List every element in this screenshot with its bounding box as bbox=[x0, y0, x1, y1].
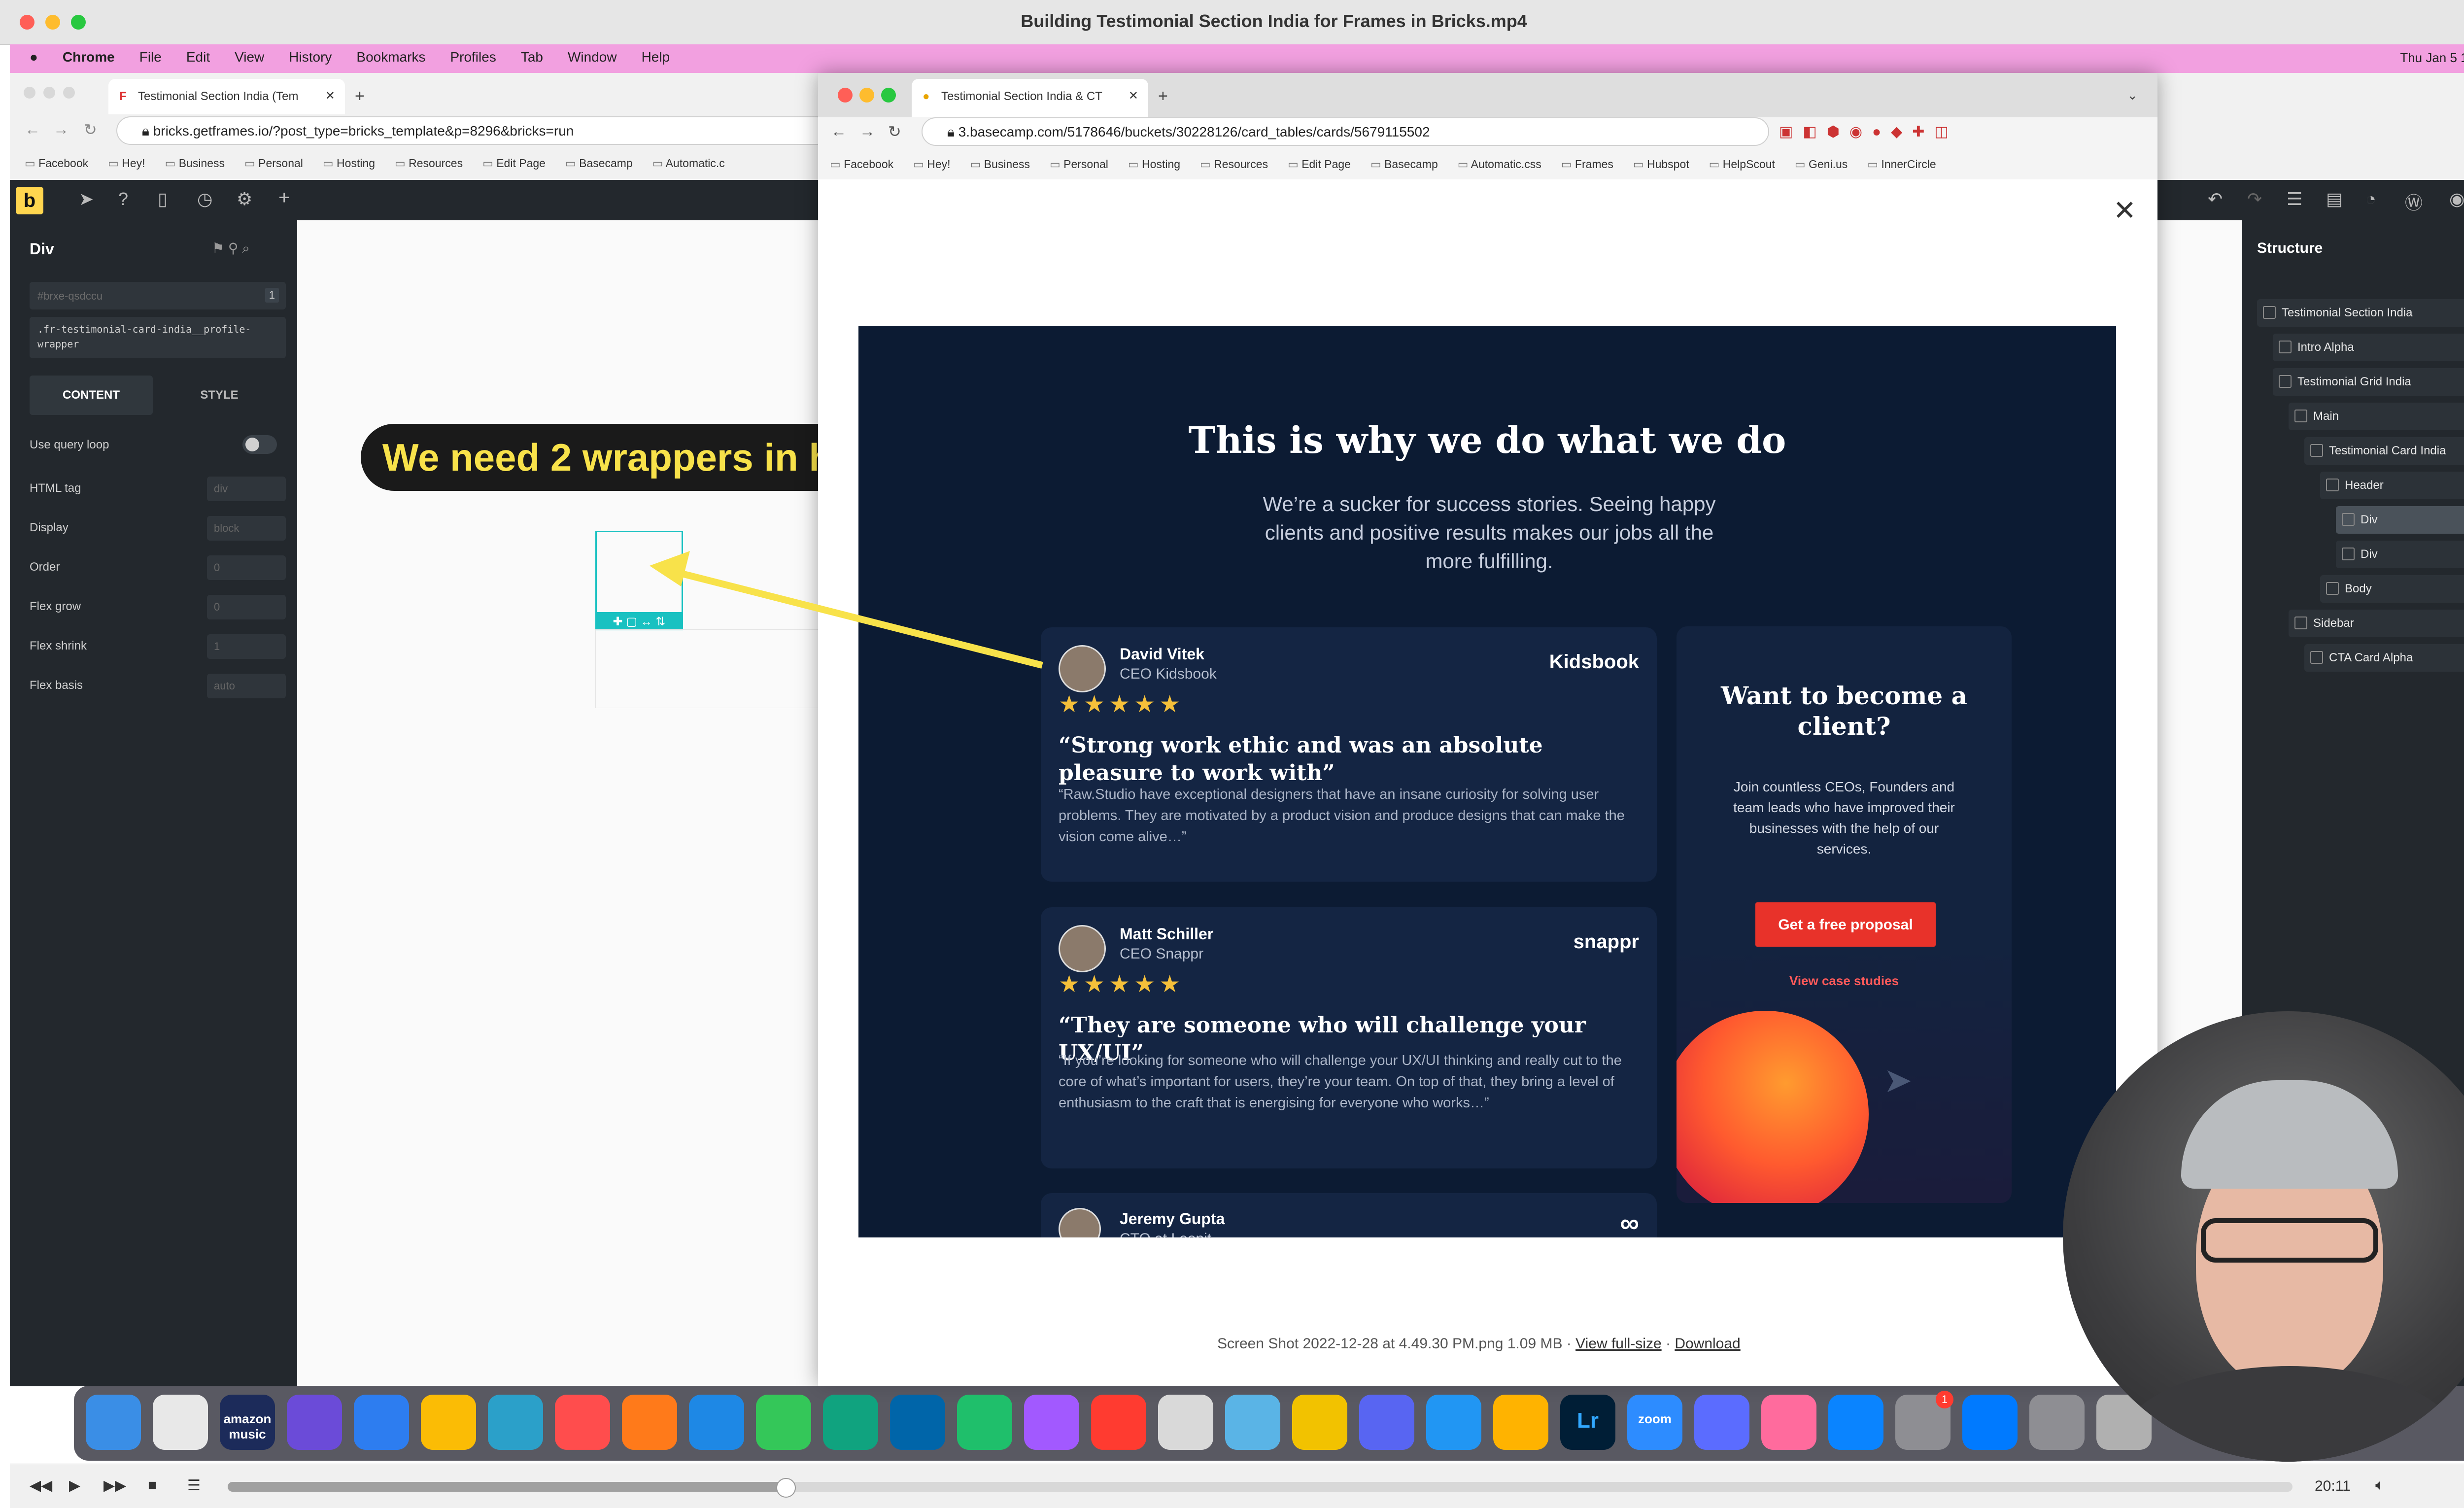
playlist-icon[interactable]: ☰ bbox=[187, 1477, 201, 1494]
amazon-music-icon: amazon music bbox=[223, 1411, 272, 1441]
rewind-icon[interactable]: ◀◀ bbox=[30, 1477, 52, 1494]
dock-app-icon[interactable]: Lr bbox=[1560, 1395, 1615, 1450]
dock-app-icon[interactable] bbox=[756, 1395, 811, 1450]
dock-app-icon[interactable] bbox=[2029, 1395, 2085, 1450]
fast-forward-icon[interactable]: ▶▶ bbox=[103, 1477, 126, 1494]
dock-app-icon[interactable] bbox=[287, 1395, 342, 1450]
dock-app-icon[interactable] bbox=[86, 1395, 141, 1450]
download-link[interactable]: Download bbox=[1675, 1336, 1740, 1352]
zoom-icon: zoom bbox=[1638, 1411, 1672, 1426]
dock-app-icon[interactable] bbox=[890, 1395, 945, 1450]
dock-app-icon[interactable] bbox=[1828, 1395, 1883, 1450]
file-meta-text: Screen Shot 2022-12-28 at 4.49.30 PM.png… bbox=[1217, 1336, 1576, 1352]
file-meta: Screen Shot 2022-12-28 at 4.49.30 PM.png… bbox=[1217, 1336, 1741, 1352]
dock-app-icon[interactable] bbox=[421, 1395, 476, 1450]
mac-dock: amazon music Lr zoom 1 bbox=[74, 1386, 2464, 1461]
dock-app-icon[interactable] bbox=[957, 1395, 1012, 1450]
dock-app-icon[interactable] bbox=[823, 1395, 878, 1450]
dock-app-icon[interactable] bbox=[153, 1395, 208, 1450]
dock-app-icon[interactable] bbox=[555, 1395, 610, 1450]
volume-icon[interactable]: 🔈︎ bbox=[2375, 1477, 2384, 1494]
dock-app-icon[interactable] bbox=[1694, 1395, 1749, 1450]
stop-icon[interactable]: ■ bbox=[148, 1477, 157, 1494]
presenter-glasses bbox=[2201, 1218, 2378, 1263]
dock-app-icon[interactable] bbox=[1359, 1395, 1414, 1450]
dock-app-icon[interactable]: zoom bbox=[1627, 1395, 1682, 1450]
dock-app-icon[interactable] bbox=[622, 1395, 677, 1450]
dock-app-icon[interactable] bbox=[1158, 1395, 1213, 1450]
scrub-progress bbox=[228, 1482, 786, 1492]
dock-app-icon[interactable] bbox=[354, 1395, 409, 1450]
dock-app-icon[interactable] bbox=[1024, 1395, 1079, 1450]
dock-app-icon[interactable]: 1 bbox=[1895, 1391, 1953, 1450]
dock-app-icon[interactable] bbox=[1091, 1395, 1146, 1450]
dock-app-icon[interactable] bbox=[488, 1395, 543, 1450]
notification-badge: 1 bbox=[1936, 1391, 1953, 1408]
dock-app-icon[interactable] bbox=[1225, 1395, 1280, 1450]
view-full-size-link[interactable]: View full-size bbox=[1575, 1336, 1662, 1352]
dock-app-icon[interactable] bbox=[1292, 1395, 1347, 1450]
dock-app-icon[interactable]: amazon music bbox=[220, 1395, 275, 1450]
dock-app-icon[interactable] bbox=[1761, 1395, 1816, 1450]
dock-app-icon[interactable] bbox=[1962, 1395, 2018, 1450]
play-icon[interactable]: ▶ bbox=[69, 1477, 80, 1494]
presenter-cap bbox=[2181, 1080, 2398, 1189]
dock-app-icon[interactable] bbox=[1493, 1395, 1548, 1450]
lightroom-icon: Lr bbox=[1577, 1408, 1599, 1433]
dock-app-icon[interactable] bbox=[1426, 1395, 1481, 1450]
presenter-shirt bbox=[2122, 1366, 2457, 1462]
dock-app-icon[interactable] bbox=[689, 1395, 744, 1450]
playback-time: 20:11 bbox=[2315, 1478, 2351, 1494]
